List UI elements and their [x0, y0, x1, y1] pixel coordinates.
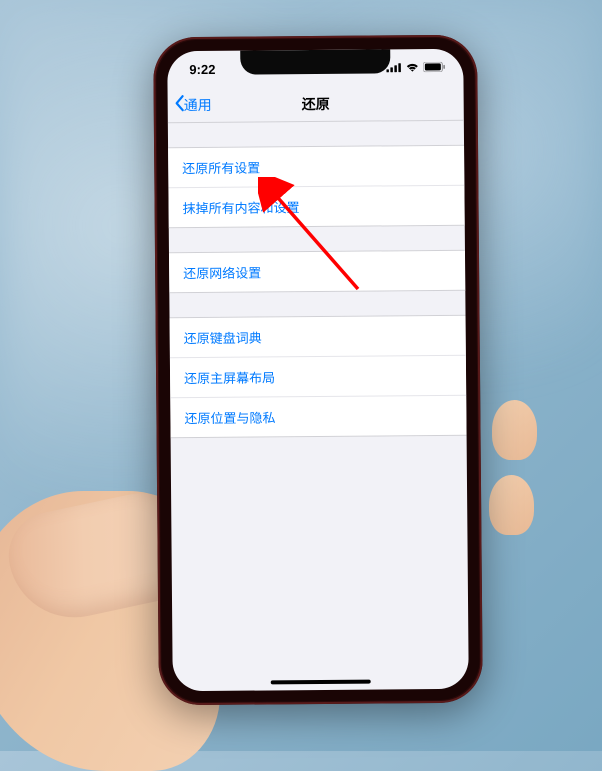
- status-time: 9:22: [189, 61, 215, 76]
- phone-screen: 9:22: [167, 49, 469, 692]
- item-label: 还原位置与隐私: [184, 410, 275, 426]
- item-label: 还原网络设置: [183, 265, 261, 281]
- item-label: 抹掉所有内容和设置: [183, 200, 300, 216]
- home-indicator[interactable]: [271, 680, 371, 685]
- battery-icon: [423, 62, 445, 72]
- settings-group: 还原键盘词典 还原主屏幕布局 还原位置与隐私: [170, 315, 467, 439]
- wifi-icon: [405, 62, 419, 72]
- erase-all-content-settings[interactable]: 抹掉所有内容和设置: [168, 186, 464, 228]
- page-title: 还原: [302, 93, 330, 113]
- phone-notch: [240, 49, 390, 74]
- reset-network-settings[interactable]: 还原网络设置: [169, 251, 465, 293]
- item-label: 还原所有设置: [182, 160, 260, 176]
- item-label: 还原主屏幕布局: [184, 370, 275, 386]
- reset-all-settings[interactable]: 还原所有设置: [168, 146, 464, 189]
- settings-group: 还原网络设置: [169, 250, 465, 294]
- navigation-bar: 通用 还原: [168, 85, 464, 124]
- item-label: 还原键盘词典: [184, 330, 262, 346]
- back-label: 通用: [184, 94, 212, 114]
- reset-location-privacy[interactable]: 还原位置与隐私: [170, 396, 466, 438]
- iphone-device: 9:22: [153, 35, 483, 706]
- back-button[interactable]: 通用: [174, 94, 212, 115]
- settings-group: 还原所有设置 抹掉所有内容和设置: [168, 145, 465, 229]
- reset-keyboard-dictionary[interactable]: 还原键盘词典: [170, 316, 466, 359]
- reset-home-screen-layout[interactable]: 还原主屏幕布局: [170, 356, 466, 399]
- settings-content: 还原所有设置 抹掉所有内容和设置 还原网络设置 还原键盘词典: [168, 121, 467, 439]
